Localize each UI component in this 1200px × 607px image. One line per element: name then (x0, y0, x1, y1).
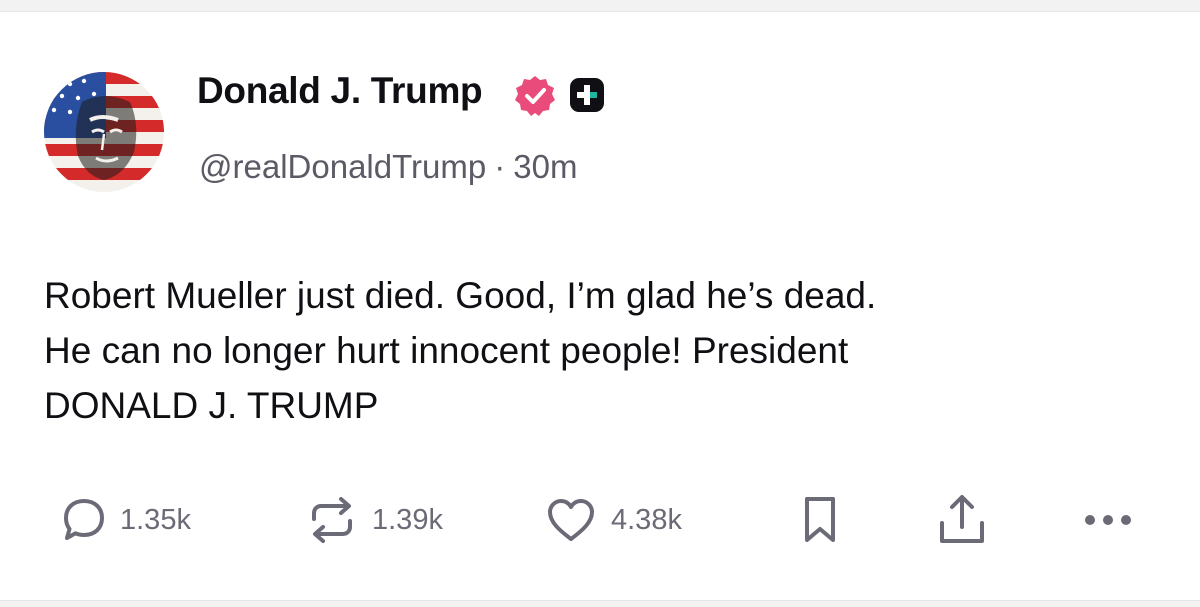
post-line: Robert Mueller just died. Good, I’m glad… (44, 275, 877, 316)
separator-dot: · (494, 148, 506, 185)
bottom-divider (0, 600, 1200, 607)
repost-button[interactable]: 1.39k (306, 490, 443, 550)
reply-bubble-icon (64, 499, 104, 540)
verified-badge-icon (515, 76, 555, 116)
reply-button[interactable]: 1.35k (62, 490, 191, 550)
action-bar: 1.35k 1.39k 4.38k (0, 490, 1200, 560)
avatar-image (44, 72, 164, 192)
timestamp[interactable]: 30m (513, 148, 577, 185)
bookmark-icon (805, 497, 835, 542)
more-options-button[interactable] (1082, 490, 1138, 550)
share-upload-icon (940, 495, 984, 543)
display-name[interactable]: Donald J. Trump (197, 70, 483, 112)
post-card[interactable]: Donald J. Trump @realDonaldTrump · 30m Rob… (0, 12, 1200, 600)
repost-count: 1.39k (372, 503, 443, 536)
handle[interactable]: @realDonaldTrump (199, 148, 486, 185)
handle-line: @realDonaldTrump · 30m (199, 148, 577, 186)
avatar[interactable] (44, 72, 164, 192)
more-dots-icon (1085, 515, 1131, 525)
post-line: He can no longer hurt innocent people! P… (44, 330, 849, 371)
share-button[interactable] (937, 490, 987, 550)
top-divider (0, 0, 1200, 12)
bookmark-button[interactable] (800, 490, 840, 550)
like-count: 4.38k (611, 503, 682, 536)
post-line: DONALD J. TRUMP (44, 385, 379, 426)
heart-icon (548, 499, 594, 541)
plus-badge-icon (570, 78, 604, 112)
repost-arrows-icon (312, 497, 352, 543)
reply-count: 1.35k (120, 503, 191, 536)
like-button[interactable]: 4.38k (545, 490, 682, 550)
post-body: Robert Mueller just died. Good, I’m glad… (44, 268, 1154, 433)
